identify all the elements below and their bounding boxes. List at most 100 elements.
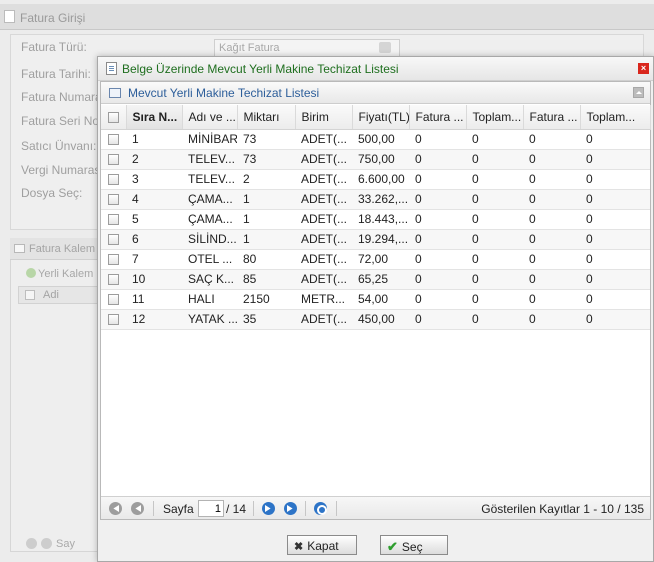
table-cell: 0 [580,169,650,190]
table-cell: 0 [409,229,466,250]
table-row[interactable]: 5 ÇAMA... 1 ADET(... 18.443,... 0 0 0 0 [101,209,650,230]
table-cell: 0 [580,249,650,270]
table-cell: 0 [466,149,523,170]
select-all-checkbox[interactable] [101,105,127,130]
close-icon[interactable]: × [638,63,649,74]
table-row[interactable]: 12 YATAK ... 35 ADET(... 450,00 0 0 0 0 [101,309,650,330]
table-cell: 0 [409,289,466,310]
grid-panel-header: Mevcut Yerli Makine Techizat Listesi [101,82,650,104]
table-cell: 500,00 [352,129,409,150]
refresh-icon[interactable] [314,502,327,515]
table-cell: 2 [126,149,182,170]
row-checkbox[interactable] [101,249,126,270]
pager-separator [253,501,254,516]
table-cell: ADET(... [295,209,352,230]
column-header-toplam-2[interactable]: Toplam... [580,105,651,130]
add-icon [26,268,36,278]
column-header-birim[interactable]: Birim [295,105,353,130]
table-cell: YATAK ... [182,309,237,330]
checkbox-icon [108,294,119,306]
table-cell: 73 [237,149,295,170]
column-header-adi[interactable]: Adı ve ... [182,105,238,130]
row-checkbox[interactable] [101,309,126,330]
table-row[interactable]: 2 TELEV... 73 ADET(... 750,00 0 0 0 0 [101,149,650,170]
table-row[interactable]: 3 TELEV... 2 ADET(... 6.600,00 0 0 0 0 [101,169,650,190]
table-cell: 0 [523,309,580,330]
table-cell: 0 [523,189,580,210]
table-row[interactable]: 6 SİLİND... 1 ADET(... 19.294,... 0 0 0 0 [101,229,650,250]
table-cell: 33.262,... [352,189,409,210]
records-info: Gösterilen Kayıtlar 1 - 10 / 135 [481,502,644,516]
table-cell: 7 [126,249,182,270]
table-cell: 0 [466,169,523,190]
table-cell: ÇAMA... [182,189,237,210]
checkbox-icon [108,234,119,246]
background-grid-column-adi: Adi [43,289,59,301]
table-cell: 0 [409,309,466,330]
table-cell: 0 [409,149,466,170]
table-cell: 3 [126,169,182,190]
table-row[interactable]: 10 SAÇ K... 85 ADET(... 65,25 0 0 0 0 [101,269,650,290]
checkbox-icon [108,274,119,286]
row-checkbox[interactable] [101,189,126,210]
table-cell: OTEL ... [182,249,237,270]
table-cell: 54,00 [352,289,409,310]
column-header-toplam-1[interactable]: Toplam... [466,105,524,130]
row-checkbox[interactable] [101,289,126,310]
table-cell: 0 [466,129,523,150]
column-header-sira-no[interactable]: Sıra N... [126,105,183,130]
table-cell: 0 [580,149,650,170]
field-label-satici-unvani: Satıcı Ünvanı: [21,139,97,153]
table-cell: 19.294,... [352,229,409,250]
select-button[interactable]: ✔ Seç [380,535,448,555]
table-cell: ADET(... [295,249,352,270]
table-cell: 0 [409,129,466,150]
table-cell: ADET(... [295,229,352,250]
close-button[interactable]: ✖ Kapat [287,535,357,555]
table-row[interactable]: 1 MİNİBAR 73 ADET(... 500,00 0 0 0 0 [101,129,650,150]
select-button-label: Seç [401,540,423,554]
table-cell: ADET(... [295,189,352,210]
prev-page-icon[interactable] [131,502,144,515]
last-page-icon[interactable] [284,502,297,515]
page-number-input[interactable] [198,500,224,517]
row-checkbox[interactable] [101,229,126,250]
collapse-icon[interactable] [633,87,644,98]
field-label-vergi-numarasi: Vergi Numaras [21,163,101,177]
table-cell: 0 [466,189,523,210]
row-checkbox[interactable] [101,149,126,170]
row-checkbox[interactable] [101,209,126,230]
column-header-miktari[interactable]: Miktarı [237,105,296,130]
field-label-fatura-tarihi: Fatura Tarihi: [21,67,91,81]
table-cell: 12 [126,309,182,330]
table-row[interactable]: 7 OTEL ... 80 ADET(... 72,00 0 0 0 0 [101,249,650,270]
next-page-icon[interactable] [262,502,275,515]
table-cell: ADET(... [295,149,352,170]
pager-separator [153,501,154,516]
row-checkbox[interactable] [101,269,126,290]
table-cell: 4 [126,189,182,210]
fatura-kalem-title: Fatura Kalem [29,243,96,255]
column-header-fatura-1[interactable]: Fatura ... [409,105,467,130]
table-cell: 1 [126,129,182,150]
table-cell: 0 [523,249,580,270]
row-checkbox[interactable] [101,129,126,150]
column-header-fiyati[interactable]: Fiyatı(TL) [352,105,410,130]
table-cell: ÇAMA... [182,209,237,230]
row-checkbox[interactable] [101,169,126,190]
table-cell: 0 [523,289,580,310]
document-icon [4,10,15,23]
table-cell: TELEV... [182,169,237,190]
dialog-title-bar[interactable]: Belge Üzerinde Mevcut Yerli Makine Techi… [98,57,653,81]
techizat-list-dialog: Belge Üzerinde Mevcut Yerli Makine Techi… [97,56,654,562]
prev-page-icon [41,538,52,549]
grid-icon [109,88,121,98]
dropdown-icon [379,42,391,53]
first-page-icon[interactable] [109,502,122,515]
table-row[interactable]: 4 ÇAMA... 1 ADET(... 33.262,... 0 0 0 0 [101,189,650,210]
background-grid-header: Adi [18,286,108,304]
table-row[interactable]: 11 HALI 2150 METR... 54,00 0 0 0 0 [101,289,650,310]
checkbox-icon [108,214,119,226]
column-header-fatura-2[interactable]: Fatura ... [523,105,581,130]
table-cell: HALI [182,289,237,310]
